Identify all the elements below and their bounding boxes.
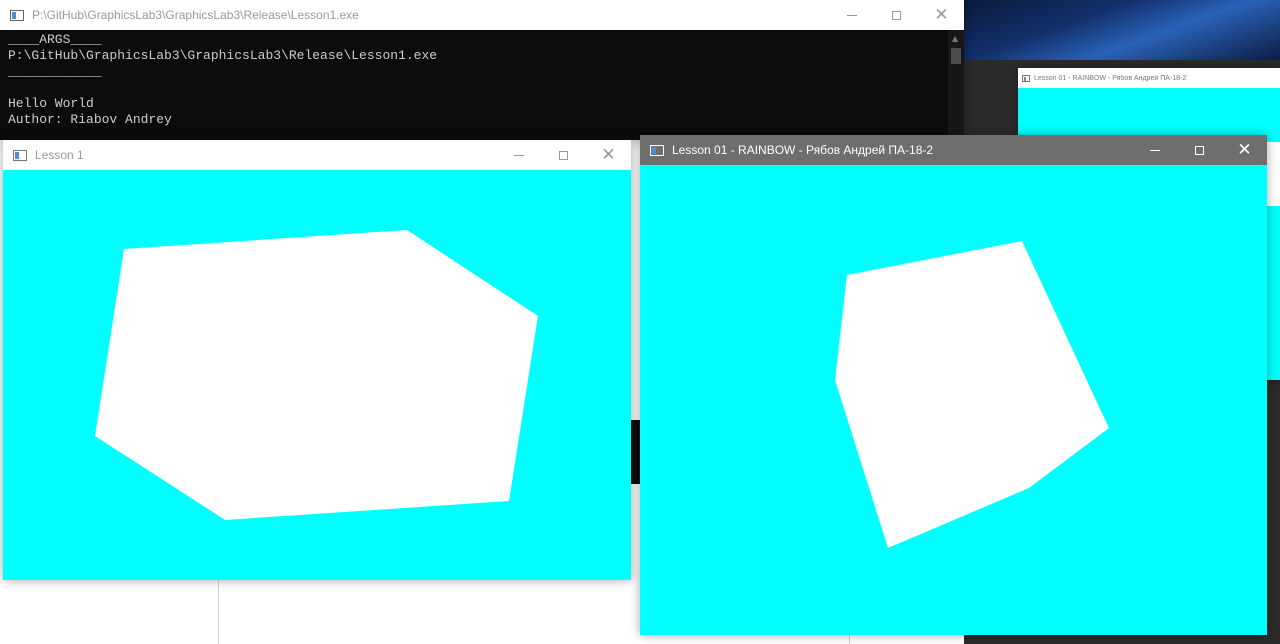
- maximize-icon: [892, 10, 901, 20]
- white-polygon: [95, 230, 538, 520]
- maximize-button[interactable]: [874, 0, 919, 30]
- console-app-icon: [10, 9, 24, 21]
- minimize-button[interactable]: [829, 0, 874, 30]
- window-title: P:\GitHub\GraphicsLab3\GraphicsLab3\Rele…: [32, 8, 359, 22]
- lesson1-window[interactable]: Lesson 1 ✕: [3, 140, 631, 580]
- app-window-icon: [13, 149, 27, 161]
- maximize-icon: [559, 150, 568, 160]
- console-line: Hello World: [8, 96, 94, 111]
- console-window[interactable]: P:\GitHub\GraphicsLab3\GraphicsLab3\Rele…: [0, 0, 964, 140]
- render-canvas[interactable]: [3, 170, 631, 580]
- window-title: Lesson 01 - RAINBOW - Рябов Андрей ПА-18…: [672, 143, 934, 157]
- maximize-icon: [1195, 145, 1204, 155]
- close-button[interactable]: ✕: [1222, 135, 1267, 165]
- app-window-icon: [650, 144, 664, 156]
- console-line: Author: Riabov Andrey: [8, 112, 172, 127]
- close-icon: ✕: [1237, 139, 1252, 160]
- minimize-button[interactable]: [1132, 135, 1177, 165]
- title-bar[interactable]: Lesson 01 - RAINBOW - Рябов Андрей ПА-18…: [640, 135, 1267, 165]
- canvas-svg: [95, 230, 538, 520]
- console-line: ____ARGS____: [8, 32, 102, 47]
- title-bar[interactable]: P:\GitHub\GraphicsLab3\GraphicsLab3\Rele…: [0, 0, 964, 30]
- rainbow-window[interactable]: Lesson 01 - RAINBOW - Рябов Андрей ПА-18…: [640, 135, 1267, 635]
- minimize-icon: [1149, 149, 1160, 151]
- close-icon: ✕: [934, 4, 949, 25]
- white-polygon: [835, 241, 1109, 548]
- close-icon: ✕: [601, 144, 616, 165]
- title-bar[interactable]: Lesson 01 - RAINBOW - Рябов Андрей ПА-18…: [1018, 68, 1280, 88]
- canvas-svg: [835, 241, 1109, 548]
- close-button[interactable]: ✕: [586, 140, 631, 170]
- console-line: ____________: [8, 64, 102, 79]
- render-canvas[interactable]: [640, 165, 1267, 635]
- console-output[interactable]: ____ARGS____ P:\GitHub\GraphicsLab3\Grap…: [0, 30, 964, 140]
- scroll-up-icon[interactable]: ▲: [952, 34, 958, 43]
- title-bar[interactable]: Lesson 1 ✕: [3, 140, 631, 170]
- console-line: P:\GitHub\GraphicsLab3\GraphicsLab3\Rele…: [8, 48, 438, 63]
- minimize-icon: [513, 154, 524, 156]
- minimize-icon: [846, 14, 857, 16]
- scrollbar-thumb[interactable]: [951, 48, 961, 64]
- close-button[interactable]: ✕: [919, 0, 964, 30]
- minimize-button[interactable]: [496, 140, 541, 170]
- window-title: Lesson 01 - RAINBOW - Рябов Андрей ПА-18…: [1034, 74, 1187, 82]
- vertical-scrollbar[interactable]: ▲: [948, 30, 964, 140]
- desktop-wallpaper: [964, 0, 1280, 60]
- maximize-button[interactable]: [1177, 135, 1222, 165]
- window-title: Lesson 1: [35, 148, 84, 162]
- app-window-icon: [1022, 74, 1030, 82]
- console-text: ____ARGS____ P:\GitHub\GraphicsLab3\Grap…: [0, 30, 964, 128]
- maximize-button[interactable]: [541, 140, 586, 170]
